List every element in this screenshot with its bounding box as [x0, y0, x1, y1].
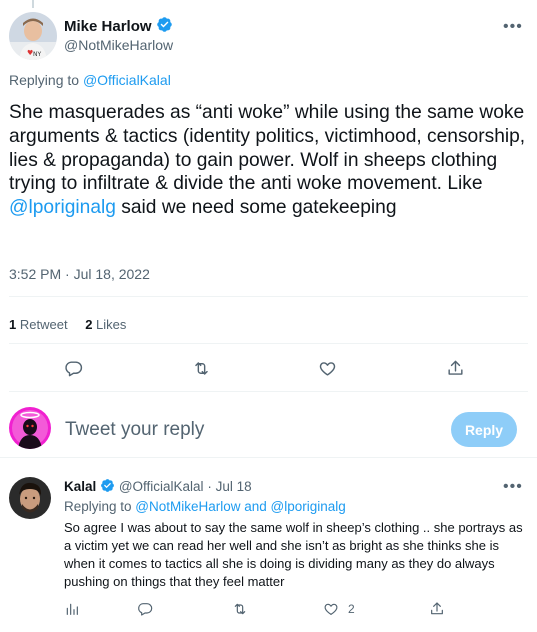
replying-to-label: Replying to [9, 72, 83, 88]
like-count: 2 [85, 317, 93, 332]
reply-author-handle[interactable]: @OfficialKalal [119, 479, 204, 494]
retweet-icon[interactable] [225, 594, 255, 624]
like-label: Likes [96, 317, 127, 332]
tweet-text: She masquerades as “anti woke” while usi… [9, 101, 529, 220]
reply-author-name[interactable]: Kalal [64, 479, 96, 494]
retweet-count: 1 [9, 317, 17, 332]
reply-input[interactable]: Tweet your reply [65, 419, 204, 441]
reply-replying-to-handles[interactable]: @NotMikeHarlow and @lporiginalg [135, 499, 346, 514]
reply-author-row: Kalal @OfficialKalal · Jul 18 [64, 478, 252, 496]
author-name[interactable]: Mike Harlow [64, 18, 152, 35]
verified-badge-icon [100, 478, 115, 496]
user-avatar[interactable] [9, 407, 51, 449]
main-tweet: ♥ NY Mike Harlow @NotMikeHarlow ••• Repl… [0, 0, 537, 392]
author-name-row: Mike Harlow [64, 16, 173, 36]
reply-icon[interactable] [58, 353, 88, 383]
divider [9, 343, 528, 344]
replying-to-handle[interactable]: @OfficialKalal [83, 72, 171, 88]
reply-like-action[interactable]: 2 [320, 594, 355, 624]
share-icon[interactable] [422, 594, 452, 624]
author-avatar[interactable]: ♥ NY [9, 12, 57, 60]
retweet-stat[interactable]: 1 Retweet [9, 317, 71, 332]
reply-like-count: 2 [348, 602, 355, 616]
svg-text:NY: NY [33, 51, 41, 58]
reply-composer: Tweet your reply Reply [0, 392, 537, 458]
tweet-timestamp[interactable]: 3:52 PM · Jul 18, 2022 [9, 266, 150, 282]
reply-icon[interactable] [130, 594, 160, 624]
reply-replying-to-label: Replying to [64, 499, 136, 514]
reply-button[interactable]: Reply [451, 412, 517, 447]
tweet-stats: 1 Retweet 2 Likes [9, 317, 126, 332]
heart-icon [320, 594, 342, 624]
verified-badge-icon [156, 16, 173, 38]
thread-line [32, 0, 34, 8]
reply-date[interactable]: · Jul 18 [207, 479, 251, 494]
heart-icon[interactable] [312, 353, 342, 383]
reply-replying-to: Replying to @NotMikeHarlow and @lporigin… [64, 499, 346, 514]
reply-author-avatar[interactable] [9, 477, 51, 519]
share-icon[interactable] [440, 353, 470, 383]
tweet-mention[interactable]: @lporiginalg [9, 197, 116, 218]
analytics-icon[interactable] [57, 594, 87, 624]
reply-text: So agree I was about to say the same wol… [64, 520, 523, 589]
reply-tweet: Kalal @OfficialKalal · Jul 18 ••• Replyi… [0, 458, 537, 632]
like-stat[interactable]: 2 Likes [85, 317, 126, 332]
retweet-label: Retweet [19, 317, 68, 332]
author-handle[interactable]: @NotMikeHarlow [64, 37, 173, 53]
more-icon[interactable]: ••• [503, 19, 523, 35]
tweet-text-body: She masquerades as “anti woke” while usi… [9, 102, 526, 195]
more-icon[interactable]: ••• [503, 479, 523, 495]
tweet-text-end: said we need some gatekeeping [115, 197, 397, 219]
retweet-icon[interactable] [186, 353, 216, 383]
replying-to: Replying to @OfficialKalal [9, 72, 171, 88]
divider [9, 296, 528, 297]
